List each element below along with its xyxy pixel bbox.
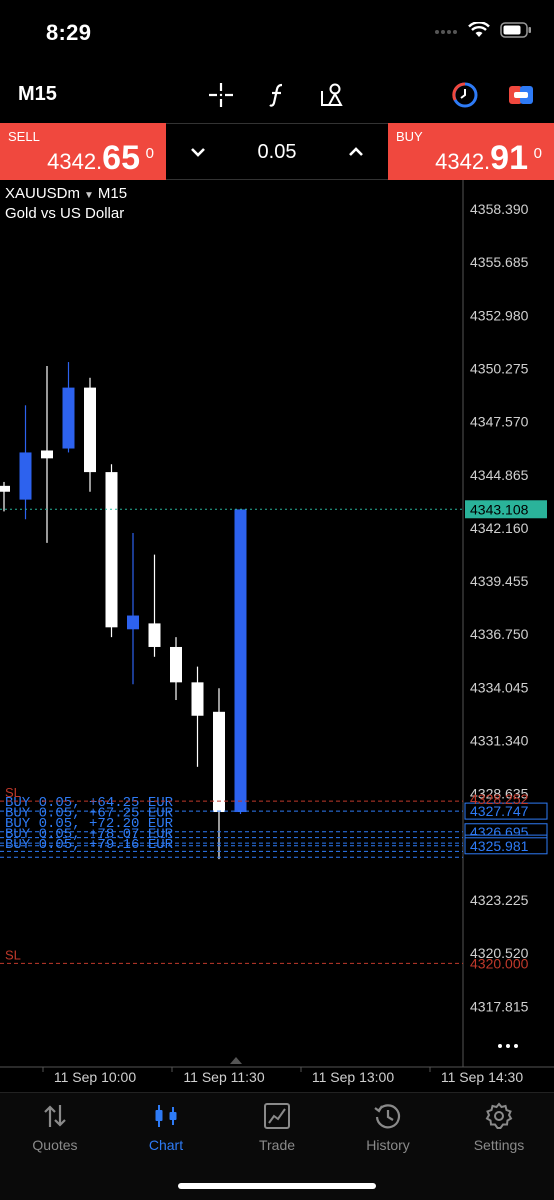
signal-icon: [435, 30, 457, 34]
shapes-icon: [321, 83, 343, 106]
more-dot: [498, 1044, 502, 1048]
tab-trade[interactable]: Trade: [222, 1093, 332, 1163]
more-dot: [506, 1044, 510, 1048]
toggle-trade-panel-button[interactable]: [506, 80, 536, 110]
price-tick-label: 4350.275: [470, 360, 529, 376]
volume-control: 0.05: [166, 123, 388, 180]
volume-increase-button[interactable]: [344, 140, 368, 164]
time-tick-label: 11 Sep 13:00: [312, 1069, 394, 1085]
candle-body: [148, 623, 161, 647]
symbol-title: XAUUSDm ▼ M15: [5, 185, 127, 202]
price-tick-label: 4331.340: [470, 733, 529, 749]
dropdown-arrow-icon: ▼: [84, 190, 94, 201]
tab-label: Settings: [473, 1137, 525, 1153]
objects-button[interactable]: [318, 80, 348, 110]
symbol-timeframe: M15: [97, 185, 128, 202]
current-price-label: 4343.108: [470, 501, 529, 517]
position-price-label: 4325.981: [470, 838, 529, 854]
price-tick-label: 4334.045: [470, 679, 529, 695]
tab-label: Quotes: [32, 1137, 78, 1153]
candle-body: [41, 450, 53, 459]
position-label: BUY 0.05, +79.16 EUR: [5, 837, 174, 853]
status-time: 8:29: [46, 20, 92, 45]
price-tick-label: 4358.390: [470, 201, 529, 217]
history-icon: [374, 1104, 401, 1129]
candle-body: [0, 485, 10, 492]
stop-loss-price-label: 4328.252: [470, 791, 529, 807]
symbol-name: XAUUSDm: [5, 185, 81, 202]
quotes-icon: [44, 1105, 66, 1127]
stop-loss-label: SL: [5, 785, 21, 800]
function-icon: [269, 83, 283, 107]
price-tick-label: 4336.750: [470, 626, 529, 642]
time-tick-label: 11 Sep 10:00: [54, 1069, 136, 1085]
indicators-button[interactable]: [262, 80, 292, 110]
sell-button[interactable]: SELL 4342.65 0: [0, 123, 166, 180]
price-tick-label: 4347.570: [470, 414, 529, 430]
more-dot: [514, 1044, 518, 1048]
buy-price: 4342.91 0: [435, 139, 542, 177]
price-tick-label: 4342.160: [470, 520, 529, 536]
timeframe-button[interactable]: M15: [18, 83, 57, 106]
tab-settings[interactable]: Settings: [444, 1093, 554, 1163]
stop-loss-price-label: 4320.000: [470, 955, 529, 971]
chart-toolbar: M15: [0, 70, 554, 120]
battery-icon: [500, 22, 531, 38]
time-tick-label: 11 Sep 14:30: [441, 1069, 523, 1085]
candle-body: [213, 711, 225, 813]
scroll-marker-icon: [230, 1057, 242, 1064]
status-icons: [434, 22, 532, 38]
wifi-icon: [468, 22, 490, 37]
time-tick-label: 11 Sep 11:30: [183, 1069, 264, 1085]
sell-price: 4342.65 0: [47, 139, 154, 177]
timer-icon: [452, 82, 478, 108]
status-bar: 8:29: [0, 0, 554, 66]
candle-body: [105, 472, 118, 628]
tab-label: Chart: [148, 1137, 184, 1153]
tab-label: History: [366, 1137, 410, 1153]
candle-body: [234, 509, 247, 813]
crosshair-button[interactable]: [206, 80, 236, 110]
one-click-trading-button[interactable]: [450, 80, 480, 110]
tab-quotes[interactable]: Quotes: [0, 1093, 110, 1163]
candle-body: [127, 615, 139, 630]
one-click-trading-panel: SELL 4342.65 0 0.05 BUY 4342.91 0: [0, 123, 554, 180]
candle-body: [19, 452, 32, 500]
sell-label: SELL: [8, 129, 40, 144]
candle-body: [170, 646, 182, 683]
candle-body: [62, 387, 75, 449]
tab-chart[interactable]: Chart: [111, 1093, 221, 1163]
price-tick-label: 4344.865: [470, 467, 529, 483]
more-options-icon: [498, 1044, 518, 1048]
price-tick-label: 4317.815: [470, 998, 529, 1014]
candle-body: [84, 387, 96, 473]
tab-label: Trade: [258, 1137, 296, 1153]
crosshair-icon: [209, 83, 233, 107]
price-tick-label: 4355.685: [470, 254, 529, 270]
buy-button[interactable]: BUY 4342.91 0: [388, 123, 554, 180]
stop-loss-label: SL: [5, 947, 21, 962]
price-tick-label: 4352.980: [470, 307, 529, 323]
candle-body: [191, 682, 204, 716]
home-indicator: [178, 1183, 376, 1189]
trade-icon: [264, 1103, 290, 1129]
tab-history[interactable]: History: [333, 1093, 443, 1163]
chart-icon: [155, 1105, 177, 1127]
price-chart[interactable]: 4358.390 4355.685 4352.980 4350.275 4347.570…: [0, 180, 554, 1092]
price-tick-label: 4339.455: [470, 573, 529, 589]
settings-icon: [485, 1102, 513, 1129]
symbol-description: Gold vs US Dollar: [5, 205, 125, 222]
buy-label: BUY: [396, 129, 423, 144]
price-tick-label: 4323.225: [470, 892, 529, 908]
trade-panel-icon: [509, 86, 533, 104]
